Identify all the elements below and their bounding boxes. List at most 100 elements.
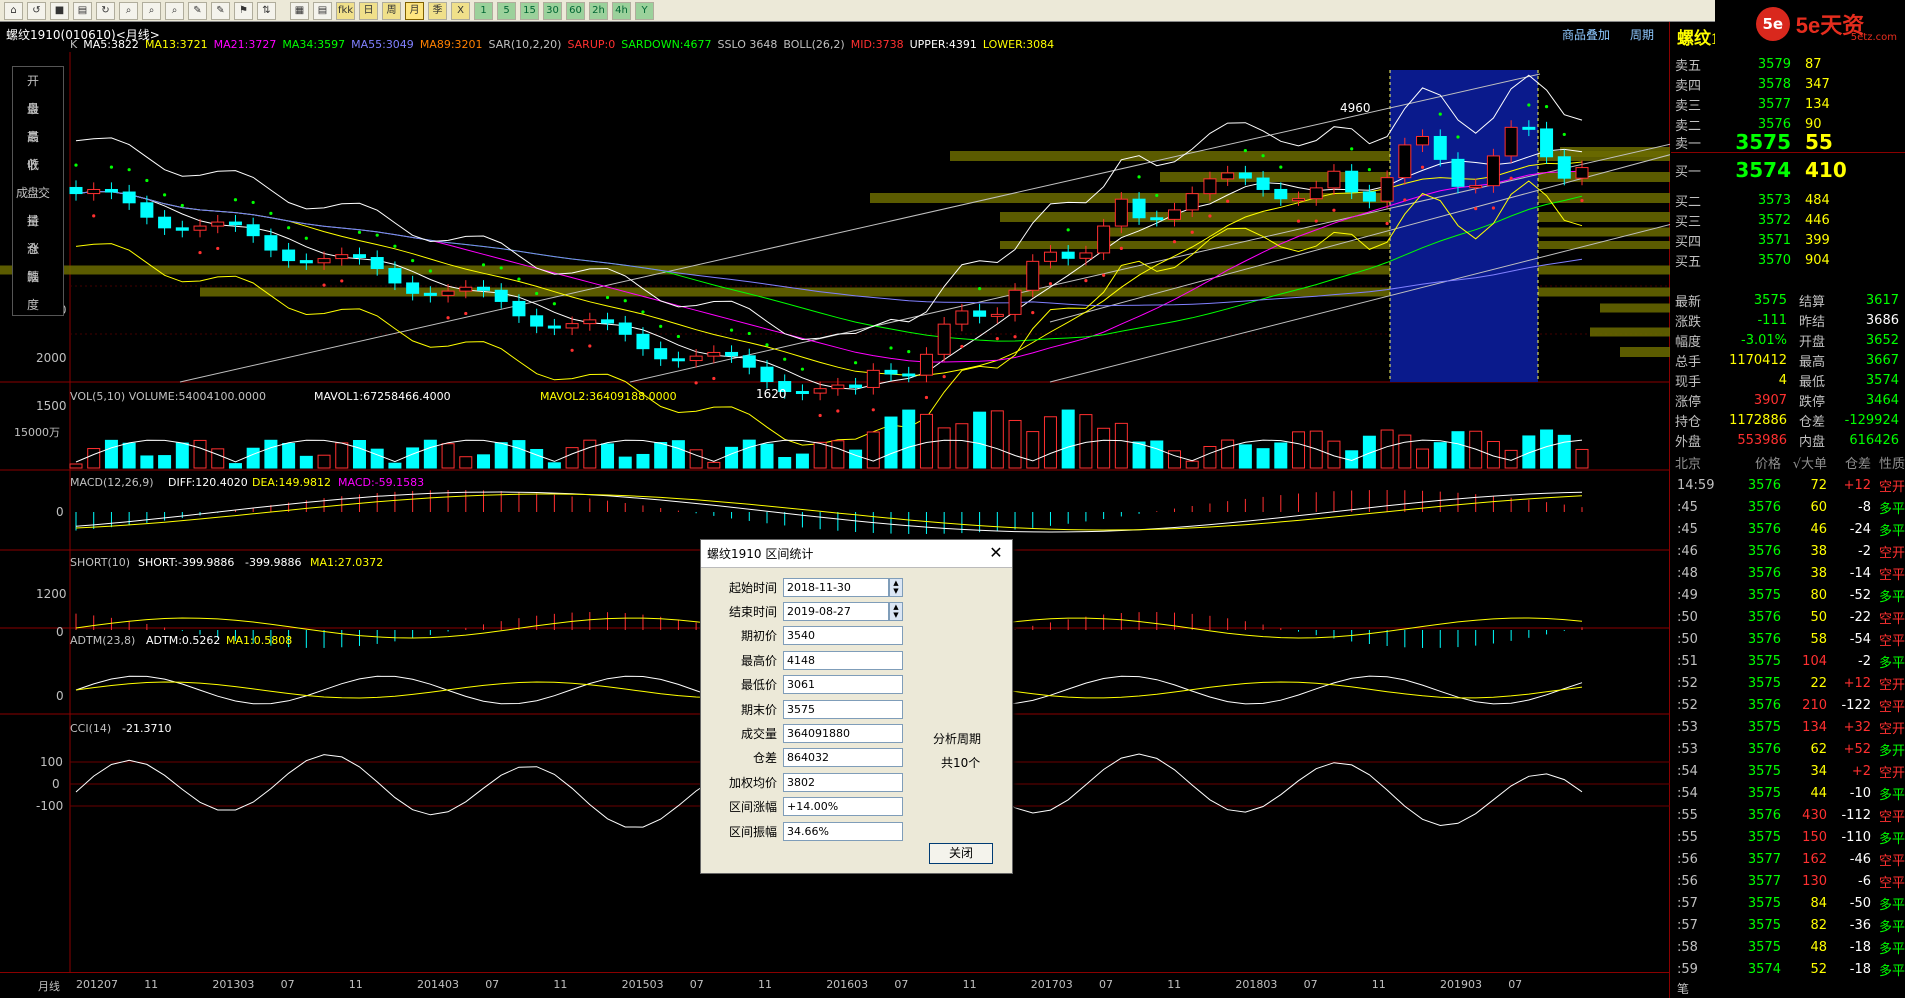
tool-icon-6[interactable]: ⌕ — [142, 1, 161, 20]
period-button-0[interactable]: fkk — [336, 1, 355, 20]
volume-bar — [512, 440, 526, 469]
field-row: 起始时间 2018-11-30 ▲ ▼ — [701, 576, 1014, 598]
vol-label: VOL(5,10) VOLUME:54004100.0000 — [70, 390, 266, 403]
field-row: 期初价 3540 — [701, 625, 1014, 647]
period-button-3[interactable]: 月 — [405, 1, 424, 20]
candle — [441, 290, 455, 296]
low-annotation: 1620 — [756, 387, 787, 401]
minute-button-1[interactable]: 5 — [497, 1, 516, 20]
sar-dot — [641, 310, 645, 314]
candle — [742, 355, 756, 368]
candle — [1469, 185, 1483, 189]
volume-bar — [1203, 445, 1217, 469]
candle — [158, 216, 172, 229]
volume-bar — [1522, 435, 1536, 469]
sar-dot — [428, 269, 432, 273]
tool-icon-11[interactable]: ⇅ — [257, 1, 276, 20]
sar-dot — [1048, 282, 1053, 286]
volume-bar — [990, 410, 1004, 469]
minute-button-7[interactable]: Y — [635, 1, 654, 20]
period-button-1[interactable]: 日 — [359, 1, 378, 20]
volume-bar — [689, 449, 703, 469]
candle — [530, 315, 544, 327]
volume-bar — [707, 461, 721, 469]
tool-icon-9[interactable]: ✎ — [211, 1, 230, 20]
spinner-icon[interactable]: ▲ ▼ — [889, 577, 903, 597]
field-input[interactable]: 364091880 — [783, 723, 903, 743]
candle — [725, 351, 739, 357]
cci-y1: 100 — [40, 755, 63, 769]
field-input[interactable]: +14.00% — [783, 797, 903, 817]
field-input[interactable]: 3061 — [783, 675, 903, 695]
sar-dot — [1190, 230, 1194, 234]
volume-bar — [565, 447, 579, 469]
candle — [512, 300, 526, 317]
sar-dot — [269, 211, 273, 215]
x-tick: 201603 — [826, 978, 869, 991]
trade-row: :48 3576 38 -14 空平 — [1677, 565, 1905, 583]
ask-level: 卖三 3577 134 — [1675, 96, 1830, 114]
candle — [87, 188, 101, 195]
close-button[interactable]: 关闭 — [929, 843, 993, 864]
period-button-5[interactable]: X — [451, 1, 470, 20]
minute-button-0[interactable]: 1 — [474, 1, 493, 20]
period-button-4[interactable]: 季 — [428, 1, 447, 20]
field-input[interactable]: 3802 — [783, 772, 903, 792]
volume-bar — [1451, 431, 1465, 469]
minute-button-4[interactable]: 60 — [566, 1, 585, 20]
field-input[interactable]: 2018-11-30 — [783, 577, 889, 597]
tool-icon-7[interactable]: ⌕ — [165, 1, 184, 20]
sar-dot — [1208, 214, 1212, 218]
tool-icon-1[interactable]: ↺ — [27, 1, 46, 20]
candle — [1185, 193, 1199, 211]
tool-icon-5[interactable]: ⌕ — [119, 1, 138, 20]
volume-bar — [1061, 409, 1075, 469]
field-input[interactable]: 3540 — [783, 626, 903, 646]
volume-bar — [725, 446, 739, 469]
candle — [1327, 170, 1341, 189]
info-label: 最 低 — [26, 130, 49, 172]
candle — [282, 249, 296, 262]
field-input[interactable]: 2019-08-27 — [783, 601, 889, 621]
minute-button-6[interactable]: 4h — [612, 1, 631, 20]
selected-interval-box — [1390, 70, 1538, 382]
candle — [919, 353, 933, 376]
legend-item: BOLL(26,2) — [783, 38, 844, 51]
legend-item: MA5:3822 — [83, 38, 139, 51]
minute-button-2[interactable]: 15 — [520, 1, 539, 20]
sar-dot — [1119, 246, 1123, 250]
layout-icon-0[interactable]: ▦ — [290, 1, 309, 20]
tool-icon-4[interactable]: ↻ — [96, 1, 115, 20]
tool-icon-10[interactable]: ⚑ — [234, 1, 253, 20]
spinner-icon[interactable]: ▲ ▼ — [889, 601, 903, 621]
tool-icon-2[interactable]: ■ — [50, 1, 69, 20]
field-input[interactable]: 3575 — [783, 699, 903, 719]
tool-icon-0[interactable]: ⌂ — [4, 1, 23, 20]
field-row: 结束时间 2019-08-27 ▲ ▼ — [701, 600, 1014, 622]
bid-level: 买三 3572 446 — [1675, 212, 1830, 230]
sar-dot — [712, 376, 716, 381]
trade-list[interactable]: 14:59 3576 72 +12 空开:45 3576 60 -8 多平:45 3576 46 -2… — [1671, 474, 1905, 980]
volume-bar — [866, 431, 880, 469]
minute-button-3[interactable]: 30 — [543, 1, 562, 20]
volume-bar — [813, 441, 827, 469]
volume-bar — [335, 442, 349, 469]
sar-dot — [924, 395, 929, 400]
volume-bar — [441, 443, 455, 469]
trade-row: :57 3575 82 -36 多平 — [1677, 917, 1905, 935]
close-icon[interactable]: ✕ — [988, 545, 1004, 561]
tool-icon-8[interactable]: ✎ — [188, 1, 207, 20]
field-input[interactable]: 864032 — [783, 748, 903, 768]
volume-bar — [1150, 440, 1164, 469]
brand-icon: 5e — [1755, 7, 1790, 41]
period-button-2[interactable]: 周 — [382, 1, 401, 20]
minute-button-5[interactable]: 2h — [589, 1, 608, 20]
field-row: 最高价 4148 — [701, 649, 1014, 671]
trade-row: :45 3576 46 -24 多平 — [1677, 521, 1905, 539]
tool-icon-3[interactable]: ▤ — [73, 1, 92, 20]
field-input[interactable]: 4148 — [783, 650, 903, 670]
field-input[interactable]: 34.66% — [783, 821, 903, 841]
candle — [1043, 251, 1057, 262]
sar-dot — [162, 193, 167, 197]
layout-icon-1[interactable]: ▤ — [313, 1, 332, 20]
